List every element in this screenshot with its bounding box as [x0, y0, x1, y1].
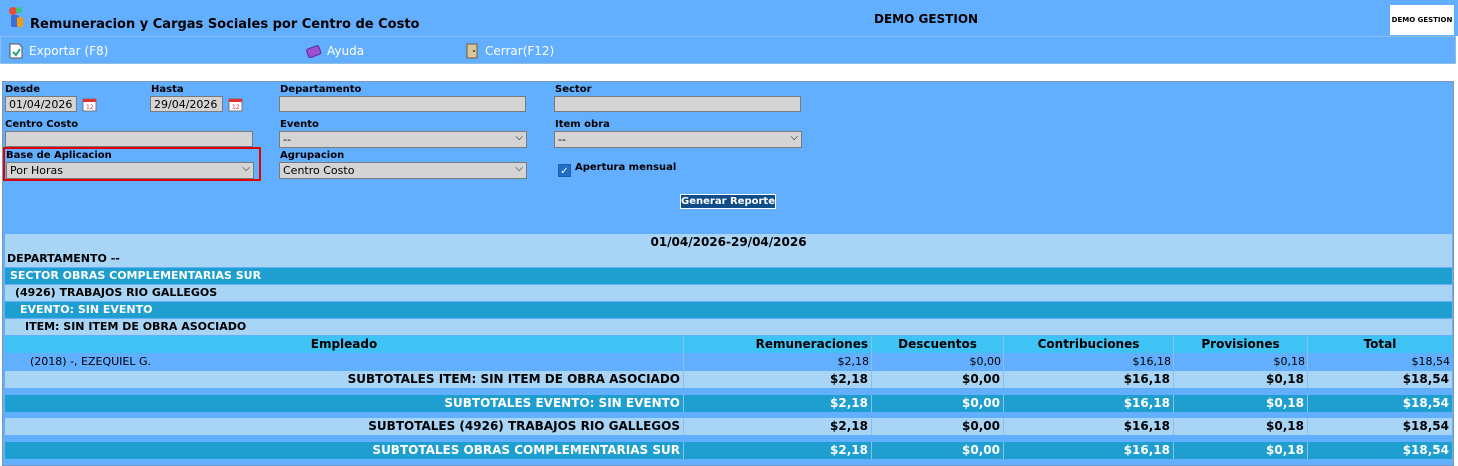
hasta-input[interactable]: 29/04/2026 — [150, 96, 223, 112]
table-row: (2018) -, EZEQUIEL G. $2,18 $0,00 $16,18… — [5, 353, 1452, 370]
export-button[interactable]: Exportar (F8) — [7, 42, 108, 60]
cell-provisiones: $0,18 — [1174, 395, 1308, 412]
export-label: Exportar (F8) — [29, 44, 109, 58]
cell-remuneraciones: $2,18 — [684, 442, 872, 459]
agrupacion-value: Centro Costo — [283, 164, 355, 177]
cell-provisiones: $0,18 — [1174, 353, 1308, 370]
cell-remuneraciones: $2,18 — [684, 371, 872, 388]
help-button[interactable]: Ayuda — [305, 42, 364, 60]
apertura-mensual-label: Apertura mensual — [575, 162, 677, 173]
column-header: Total — [1363, 337, 1397, 351]
cell-total: $18,54 — [1411, 355, 1451, 368]
centro-costo-input[interactable] — [5, 131, 253, 147]
calendar-icon[interactable]: 12 — [227, 96, 245, 114]
cell-provisiones: $0,18 — [1174, 418, 1308, 435]
departamento-label: Departamento — [280, 84, 362, 95]
subtotal-label: SUBTOTALES OBRAS COMPLEMENTARIAS SUR — [5, 442, 684, 459]
column-header: Contribuciones — [1004, 336, 1174, 353]
apertura-mensual-checkbox[interactable]: ✓ — [558, 164, 571, 177]
subtotal-label: SUBTOTALES (4926) TRABAJOS RIO GALLEGOS — [5, 418, 684, 435]
app-logo-icon — [9, 7, 23, 27]
cell-total: $18,54 — [1402, 419, 1449, 433]
item-obra-value: -- — [558, 133, 566, 146]
base-aplicacion-highlight — [3, 147, 261, 181]
help-label: Ayuda — [327, 44, 365, 58]
cell-contribuciones: $16,18 — [1004, 353, 1174, 370]
cell-provisiones: $0,18 — [1174, 442, 1308, 459]
column-header: Empleado — [5, 336, 684, 353]
app-header: Remuneracion y Cargas Sociales por Centr… — [0, 0, 1458, 36]
column-header: Remuneraciones — [684, 336, 872, 353]
help-icon — [306, 45, 322, 59]
desde-input[interactable]: 01/04/2026 — [5, 96, 77, 112]
close-button[interactable]: Cerrar(F12) — [463, 42, 554, 60]
sector-label: Sector — [555, 84, 592, 95]
report-centro-costo: (4926) TRABAJOS RIO GALLEGOS — [5, 285, 1452, 301]
generate-report-button[interactable]: Generar Reporte — [680, 194, 776, 209]
subtotal-row: SUBTOTALES (4926) TRABAJOS RIO GALLEGOS … — [5, 418, 1452, 435]
cell-total: $18,54 — [1402, 396, 1449, 410]
cell-remuneraciones: $2,18 — [684, 353, 872, 370]
evento-select[interactable]: -- ⌵ — [279, 131, 527, 148]
subtotal-row: SUBTOTALES ITEM: SIN ITEM DE OBRA ASOCIA… — [5, 371, 1452, 388]
report-evento: EVENTO: SIN EVENTO — [5, 302, 1452, 318]
cell-contribuciones: $16,18 — [1004, 395, 1174, 412]
employee-name: (2018) -, EZEQUIEL G. — [5, 353, 684, 370]
cell-descuentos: $0,00 — [872, 442, 1004, 459]
evento-label: Evento — [280, 119, 319, 130]
cell-contribuciones: $16,18 — [1004, 418, 1174, 435]
centro-costo-label: Centro Costo — [5, 119, 79, 130]
close-label: Cerrar(F12) — [485, 44, 555, 58]
item-obra-label: Item obra — [555, 119, 610, 130]
desde-label: Desde — [5, 84, 40, 95]
sector-input[interactable] — [554, 96, 801, 112]
subtotal-label: SUBTOTALES ITEM: SIN ITEM DE OBRA ASOCIA… — [5, 371, 684, 388]
item-obra-select[interactable]: -- ⌵ — [554, 131, 802, 148]
close-door-icon — [466, 43, 478, 59]
svg-text:12: 12 — [232, 104, 240, 111]
calendar-icon[interactable]: 12 — [81, 96, 99, 114]
subtotal-row: SUBTOTALES OBRAS COMPLEMENTARIAS SUR $2,… — [5, 442, 1452, 459]
cell-total: $18,54 — [1402, 372, 1449, 386]
report-period: 01/04/2026-29/04/2026 — [5, 234, 1452, 251]
report-departamento: DEPARTAMENTO -- — [5, 251, 1452, 267]
cell-descuentos: $0,00 — [872, 418, 1004, 435]
export-icon — [9, 43, 23, 59]
cell-provisiones: $0,18 — [1174, 371, 1308, 388]
svg-text:12: 12 — [86, 104, 94, 111]
cell-descuentos: $0,00 — [872, 371, 1004, 388]
brand-logo: DEMO GESTION — [1390, 5, 1454, 35]
cell-descuentos: $0,00 — [872, 395, 1004, 412]
departamento-input[interactable] — [279, 96, 526, 112]
subtotal-label: SUBTOTALES EVENTO: SIN EVENTO — [5, 395, 684, 412]
cell-contribuciones: $16,18 — [1004, 371, 1174, 388]
agrupacion-select[interactable]: Centro Costo ⌵ — [279, 162, 527, 179]
subtotal-row: SUBTOTALES EVENTO: SIN EVENTO $2,18 $0,0… — [5, 395, 1452, 412]
report-item: ITEM: SIN ITEM DE OBRA ASOCIADO — [5, 319, 1452, 335]
column-header: Provisiones — [1174, 336, 1308, 353]
chevron-down-icon: ⌵ — [515, 132, 523, 143]
cell-total: $18,54 — [1402, 443, 1449, 457]
evento-value: -- — [283, 133, 291, 146]
agrupacion-label: Agrupacion — [280, 150, 345, 161]
toolbar: Exportar (F8) Ayuda Cerrar(F12) — [0, 36, 1456, 64]
chevron-down-icon: ⌵ — [515, 163, 523, 174]
table-header: Empleado Remuneraciones Descuentos Contr… — [5, 336, 1452, 353]
page-title: Remuneracion y Cargas Sociales por Centr… — [30, 17, 420, 32]
company-name: DEMO GESTION — [874, 12, 979, 26]
cell-remuneraciones: $2,18 — [684, 418, 872, 435]
cell-contribuciones: $16,18 — [1004, 442, 1174, 459]
column-header: Descuentos — [872, 336, 1004, 353]
hasta-label: Hasta — [151, 84, 184, 95]
cell-descuentos: $0,00 — [872, 353, 1004, 370]
report-sector: SECTOR OBRAS COMPLEMENTARIAS SUR — [5, 268, 1452, 284]
cell-remuneraciones: $2,18 — [684, 395, 872, 412]
chevron-down-icon: ⌵ — [790, 132, 798, 143]
